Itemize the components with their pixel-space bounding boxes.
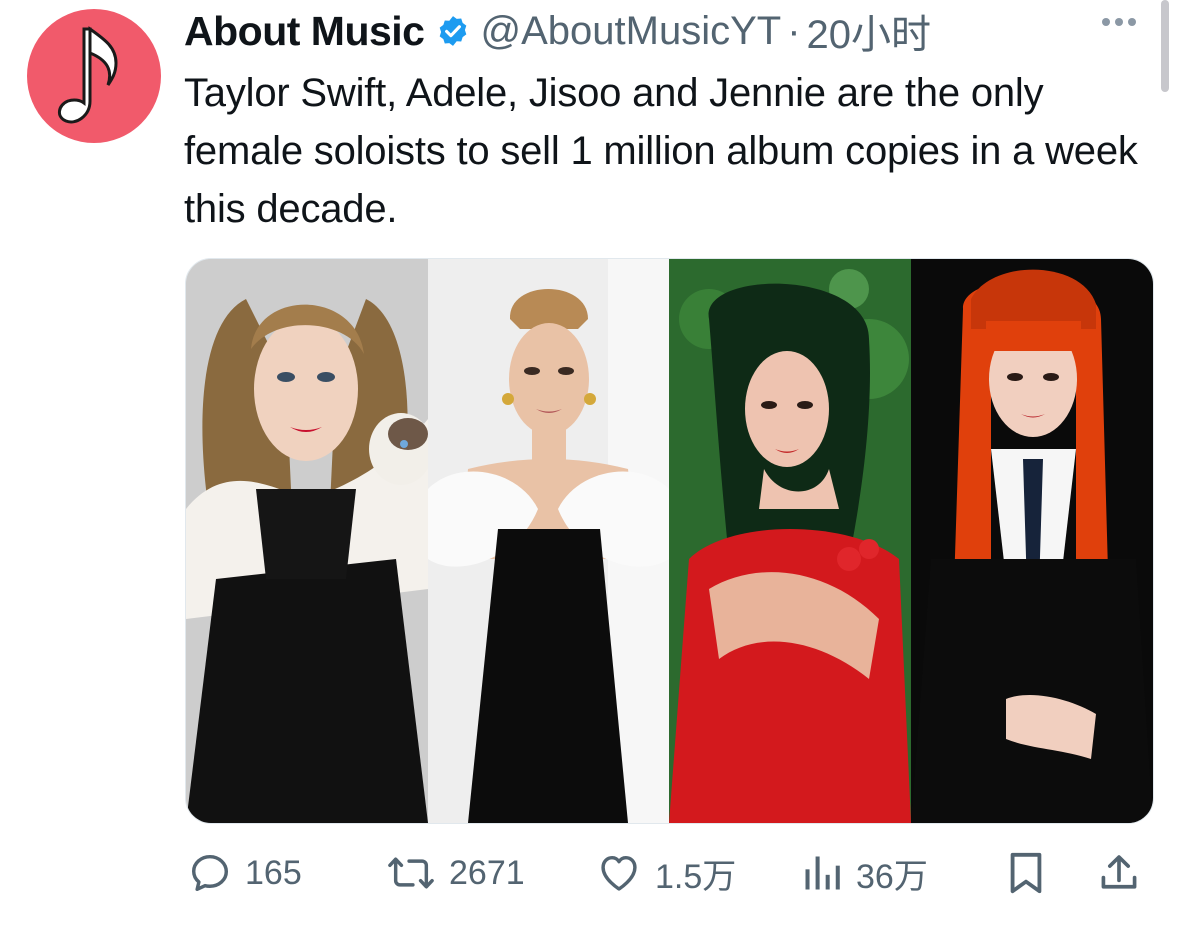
reply-button[interactable]: 165	[187, 838, 302, 908]
views-bar-chart-icon	[805, 856, 840, 890]
retweet-button[interactable]: 2671	[385, 838, 525, 908]
views-button[interactable]: 36万	[800, 838, 928, 908]
bookmark-button[interactable]	[1006, 838, 1046, 908]
retweet-icon	[388, 857, 434, 889]
like-count: 1.5万	[655, 857, 737, 896]
share-icon	[1101, 855, 1137, 889]
woman-with-cat-photo[interactable]	[186, 259, 428, 823]
tweet-header: About Music @AboutMusicYT · 20小时	[184, 6, 931, 58]
tweet-actions: 165 2671 1.5万 36万	[0, 838, 1179, 908]
header-separator: ·	[787, 8, 801, 53]
reply-count: 165	[245, 853, 302, 892]
reply-icon	[191, 854, 229, 892]
woman-white-black-gown-photo[interactable]	[428, 259, 669, 823]
views-count: 36万	[856, 857, 928, 896]
retweet-count: 2671	[449, 853, 525, 892]
share-button[interactable]	[1097, 838, 1141, 908]
like-button[interactable]: 1.5万	[595, 838, 736, 908]
tweet-text: Taylor Swift, Adele, Jisoo and Jennie ar…	[184, 71, 1138, 231]
woman-red-hair-photo[interactable]	[911, 259, 1153, 823]
author-handle[interactable]: @AboutMusicYT	[480, 9, 781, 54]
woman-red-dress-photo[interactable]	[669, 259, 911, 823]
more-options-icon[interactable]	[1102, 18, 1136, 26]
tweet-timestamp[interactable]: 20小时	[807, 2, 932, 60]
author-avatar[interactable]	[27, 9, 161, 143]
verified-badge-icon	[436, 14, 470, 48]
music-note-icon	[58, 26, 118, 124]
scrollbar[interactable]	[1161, 0, 1169, 92]
heart-icon	[601, 855, 637, 891]
author-name[interactable]: About Music	[184, 8, 425, 55]
tweet-media[interactable]	[185, 258, 1154, 824]
bookmark-icon	[1010, 852, 1042, 894]
